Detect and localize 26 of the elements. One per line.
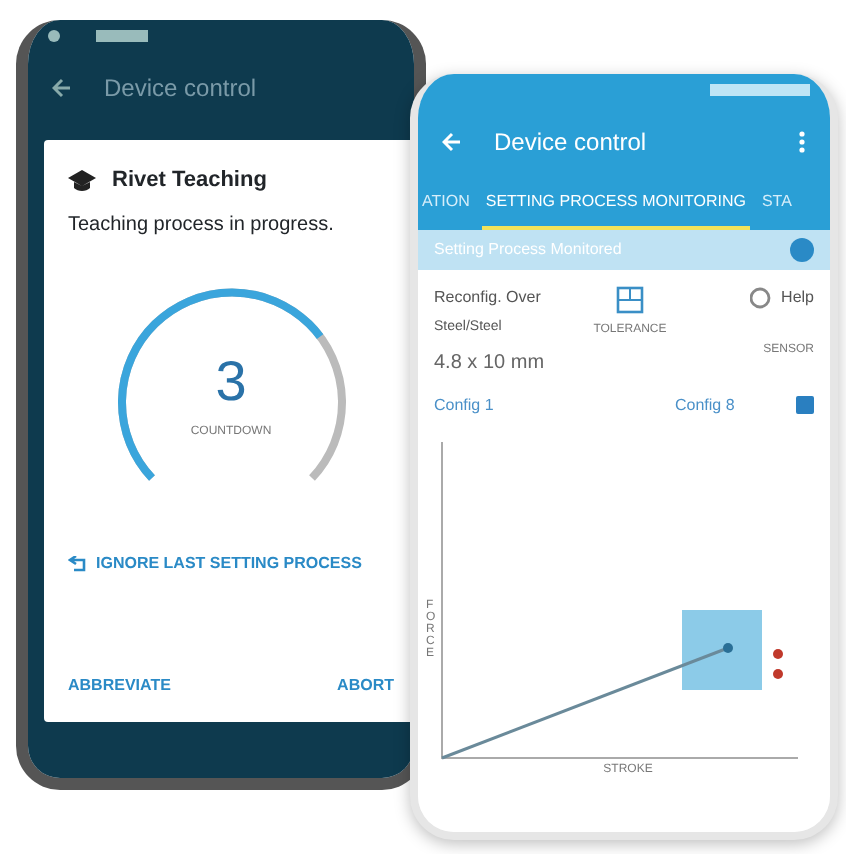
config-label: Config 8 — [675, 393, 735, 417]
monitor-label: Setting Process Monitored — [434, 238, 622, 262]
help-icon[interactable] — [749, 286, 774, 310]
app-title: Device control — [494, 126, 649, 160]
summary-title: Reconfig. Over — [434, 286, 543, 310]
tolerance-icon — [616, 286, 644, 314]
size-text: 4.8 x 10 mm — [434, 349, 547, 377]
toggle-switch[interactable] — [790, 238, 814, 262]
dialog-title: Rivet Teaching — [112, 166, 267, 196]
help-link[interactable]: Help — [781, 286, 814, 310]
dialog-button[interactable]: ABBREVIATE — [68, 674, 171, 698]
config-checkbox[interactable] — [796, 396, 814, 414]
more-icon[interactable] — [798, 130, 806, 154]
graduation-cap-icon — [68, 169, 96, 192]
ignore-button[interactable]: IGNORE LAST SETTING PROCESS — [68, 551, 394, 575]
status-icons — [48, 28, 148, 44]
status-icons — [710, 82, 810, 98]
app-title: Device control — [104, 72, 257, 106]
tab[interactable]: ATION — [418, 178, 474, 230]
dialog-button[interactable]: ABORT — [337, 674, 394, 698]
tab[interactable]: STA — [757, 178, 796, 230]
back-arrow-icon[interactable] — [52, 78, 72, 98]
config-label: Config 1 — [434, 393, 494, 417]
countdown-number: 3 — [215, 347, 247, 415]
dialog-message: Teaching process in progress. — [68, 211, 336, 239]
undo-icon — [68, 555, 88, 571]
